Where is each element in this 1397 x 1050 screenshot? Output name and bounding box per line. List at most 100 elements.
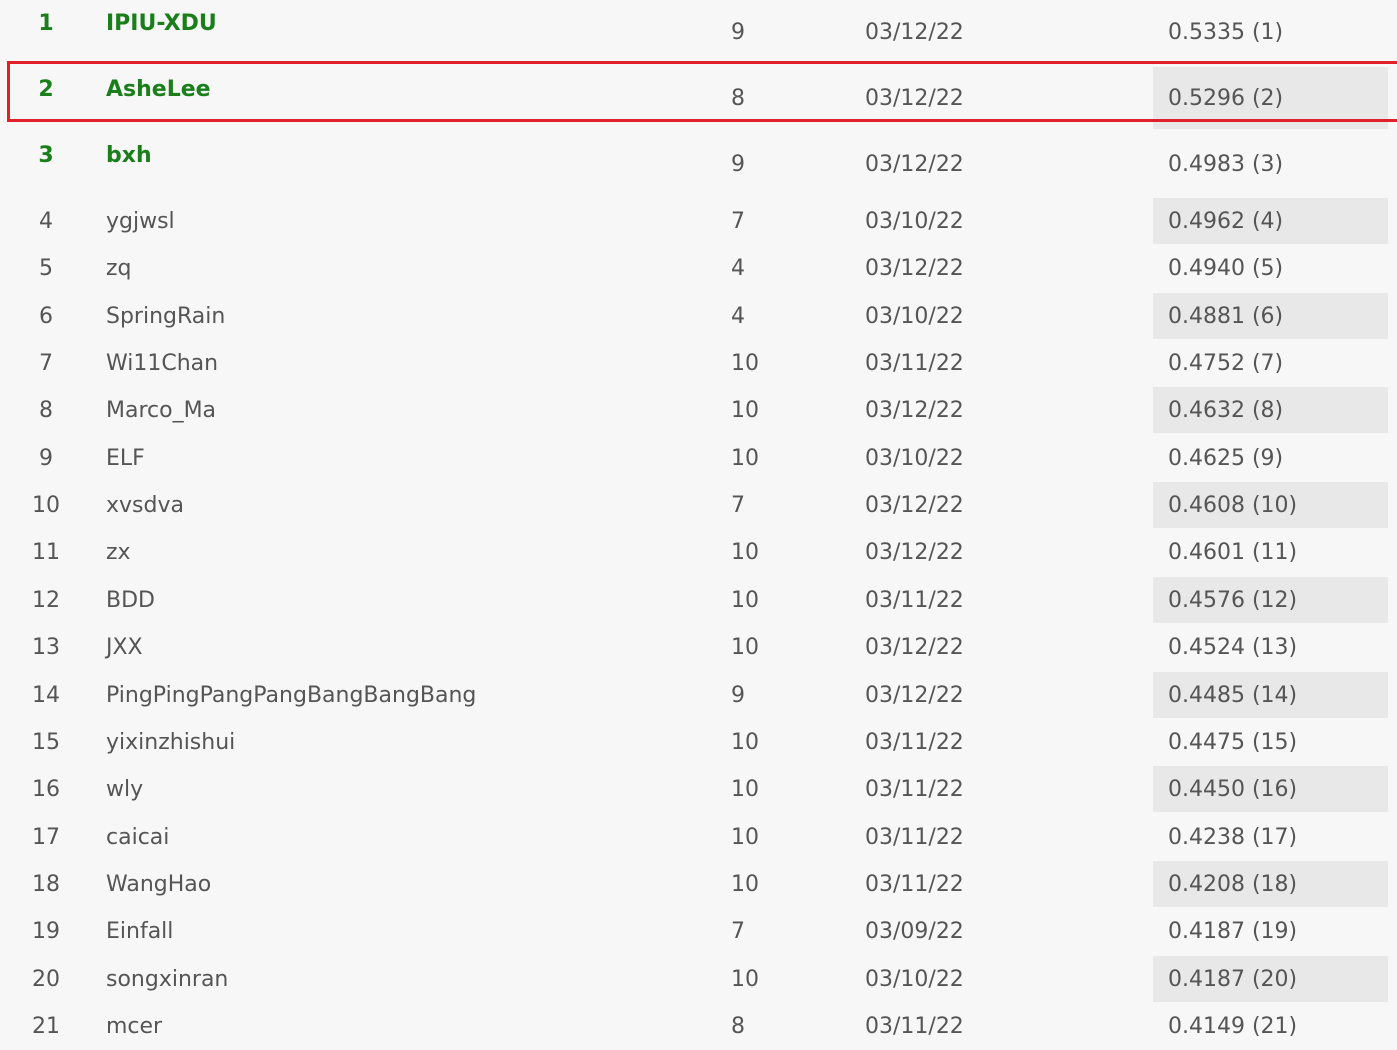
entries-cell: 10	[731, 966, 759, 992]
date-cell: 03/09/22	[865, 919, 964, 945]
team-name-cell: wly	[106, 777, 144, 803]
date-cell: 03/10/22	[865, 209, 964, 234]
date-cell: 03/11/22	[865, 587, 964, 613]
date-cell: 03/12/22	[865, 20, 964, 45]
date-cell: 03/11/22	[865, 871, 964, 897]
entries-cell: 10	[731, 351, 759, 377]
date-cell: 03/12/22	[865, 86, 964, 111]
rank-cell: 21	[32, 1013, 60, 1039]
team-name-cell: xvsdva	[106, 493, 184, 519]
rank-cell: 14	[32, 682, 60, 708]
rank-cell: 20	[32, 966, 60, 992]
entries-cell: 9	[731, 20, 745, 45]
rank-cell: 1	[38, 11, 54, 36]
date-cell: 03/11/22	[865, 824, 964, 850]
score-cell: 0.5335 (1)	[1168, 20, 1284, 45]
score-cell: 0.4940 (5)	[1168, 256, 1284, 282]
date-cell: 03/11/22	[865, 777, 964, 803]
score-cell: 0.4187 (19)	[1168, 919, 1298, 945]
team-name-cell: WangHao	[106, 871, 212, 897]
team-name-cell: zq	[106, 256, 132, 282]
team-name-cell: BDD	[106, 587, 155, 613]
rank-cell: 11	[32, 540, 60, 566]
entries-cell: 7	[731, 493, 745, 519]
entries-cell: 9	[731, 152, 745, 177]
score-cell: 0.4752 (7)	[1168, 351, 1284, 377]
score-cell: 0.4576 (12)	[1168, 587, 1298, 613]
rank-cell: 12	[32, 587, 60, 613]
entries-cell: 10	[731, 540, 759, 566]
rank-cell: 8	[39, 398, 53, 424]
team-name-cell: songxinran	[106, 966, 229, 992]
score-cell: 0.4625 (9)	[1168, 445, 1284, 471]
entries-cell: 10	[731, 871, 759, 897]
entries-cell: 9	[731, 682, 745, 708]
entries-cell: 7	[731, 209, 745, 234]
rank-cell: 16	[32, 777, 60, 803]
date-cell: 03/12/22	[865, 682, 964, 708]
score-cell: 0.4601 (11)	[1168, 540, 1298, 566]
rank-cell: 6	[39, 303, 53, 329]
entries-cell: 8	[731, 86, 745, 111]
rank-cell: 5	[39, 256, 53, 282]
team-name-cell: AsheLee	[106, 77, 211, 102]
score-cell: 0.4208 (18)	[1168, 871, 1298, 897]
team-name-cell: PingPingPangPangBangBangBang	[106, 682, 477, 708]
team-name-cell: JXX	[106, 635, 143, 661]
score-cell: 0.4881 (6)	[1168, 303, 1284, 329]
entries-cell: 10	[731, 729, 759, 755]
date-cell: 03/12/22	[865, 152, 964, 177]
rank-cell: 19	[32, 919, 60, 945]
date-cell: 03/12/22	[865, 493, 964, 519]
rank-cell: 13	[32, 635, 60, 661]
score-cell: 0.4632 (8)	[1168, 398, 1284, 424]
rank-cell: 9	[39, 445, 53, 471]
team-name-cell: mcer	[106, 1013, 163, 1039]
entries-cell: 10	[731, 445, 759, 471]
team-name-cell: bxh	[106, 143, 152, 168]
team-name-cell: IPIU-XDU	[106, 11, 217, 36]
rank-cell: 18	[32, 871, 60, 897]
entries-cell: 10	[731, 824, 759, 850]
team-name-cell: zx	[106, 540, 131, 566]
date-cell: 03/12/22	[865, 540, 964, 566]
date-cell: 03/10/22	[865, 966, 964, 992]
score-cell: 0.4608 (10)	[1168, 493, 1298, 519]
date-cell: 03/11/22	[865, 729, 964, 755]
score-cell: 0.5296 (2)	[1168, 86, 1284, 111]
leaderboard-table: 1 IPIU-XDU 9 03/12/22 0.5335 (1) 2 AsheLee 8 03/…	[0, 0, 1397, 1050]
entries-cell: 10	[731, 635, 759, 661]
date-cell: 03/10/22	[865, 303, 964, 329]
entries-cell: 10	[731, 398, 759, 424]
rank-cell: 15	[32, 729, 60, 755]
rank-cell: 3	[38, 143, 54, 168]
entries-cell: 7	[731, 919, 745, 945]
rank-cell: 2	[38, 77, 54, 102]
score-cell: 0.4475 (15)	[1168, 729, 1298, 755]
score-cell: 0.4485 (14)	[1168, 682, 1298, 708]
score-cell: 0.4238 (17)	[1168, 824, 1298, 850]
team-name-cell: Wi11Chan	[106, 351, 219, 377]
date-cell: 03/12/22	[865, 635, 964, 661]
entries-cell: 8	[731, 1013, 745, 1039]
team-name-cell: Einfall	[106, 919, 174, 945]
score-cell: 0.4187 (20)	[1168, 966, 1298, 992]
entries-cell: 4	[731, 256, 745, 282]
score-cell: 0.4962 (4)	[1168, 209, 1284, 234]
team-name-cell: ELF	[106, 445, 145, 471]
date-cell: 03/11/22	[865, 1013, 964, 1039]
team-name-cell: Marco_Ma	[106, 398, 217, 424]
score-cell: 0.4450 (16)	[1168, 777, 1298, 803]
rank-cell: 17	[32, 824, 60, 850]
date-cell: 03/12/22	[865, 398, 964, 424]
score-cell: 0.4983 (3)	[1168, 152, 1284, 177]
team-name-cell: SpringRain	[106, 303, 226, 329]
entries-cell: 10	[731, 777, 759, 803]
entries-cell: 4	[731, 303, 745, 329]
score-cell: 0.4524 (13)	[1168, 635, 1298, 661]
date-cell: 03/11/22	[865, 351, 964, 377]
rank-cell: 4	[39, 209, 53, 234]
date-cell: 03/10/22	[865, 445, 964, 471]
team-name-cell: ygjwsl	[106, 209, 175, 234]
team-name-cell: yixinzhishui	[106, 729, 236, 755]
